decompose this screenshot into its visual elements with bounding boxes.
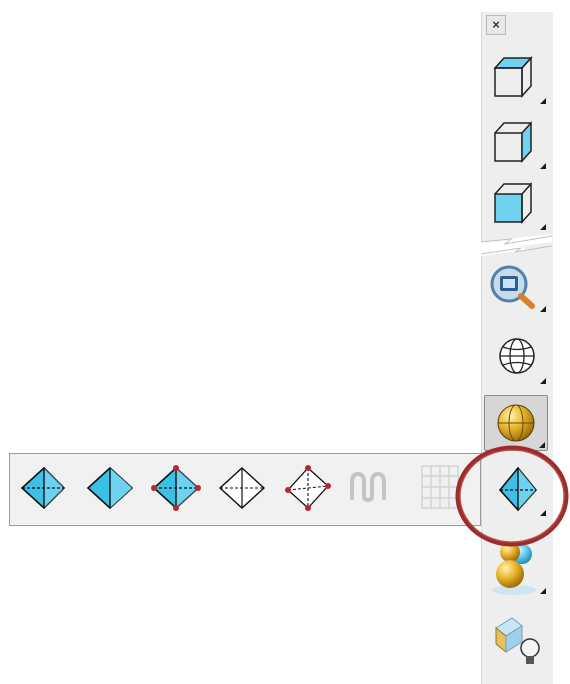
- flyout-vertex-wireframe-pyramid[interactable]: [278, 460, 338, 520]
- toolbar-break-separator: [481, 234, 552, 256]
- flyout-shaded-pyramid[interactable]: [14, 460, 74, 520]
- front-view-icon: [494, 121, 532, 163]
- top-view-button[interactable]: [484, 50, 548, 106]
- lighting-button[interactable]: [484, 612, 548, 668]
- vertex-pyramid-icon: [151, 465, 201, 511]
- flyout-indicator-icon: [540, 224, 546, 230]
- flat-shaded-pyramid-icon: [86, 466, 134, 510]
- flyout-indicator-icon: [540, 306, 546, 312]
- render-button[interactable]: [484, 540, 548, 596]
- close-button[interactable]: ×: [486, 15, 506, 35]
- shaded-pyramid-icon: [498, 466, 538, 512]
- shaded-pyramid-icon: [20, 466, 66, 510]
- flyout-curve-disabled[interactable]: [344, 460, 404, 520]
- front-view-button[interactable]: [484, 115, 548, 171]
- flyout-wireframe-pyramid[interactable]: [212, 460, 272, 520]
- top-view-icon: [493, 56, 533, 98]
- render-spheres-icon: [492, 542, 536, 595]
- curve-icon: [350, 472, 386, 502]
- flyout-indicator-icon: [540, 378, 546, 384]
- zoom-extents-icon: [490, 265, 535, 309]
- zoom-extents-button[interactable]: [484, 258, 548, 314]
- lighting-icon: [495, 617, 540, 664]
- shaded-pyramid-button[interactable]: [484, 462, 548, 518]
- vertex-wireframe-pyramid-icon: [285, 465, 331, 511]
- flyout-indicator-icon: [540, 98, 546, 104]
- right-view-button[interactable]: [484, 176, 548, 232]
- grid-icon: [421, 465, 459, 509]
- wireframe-button[interactable]: [484, 330, 548, 386]
- flyout-flat-shaded-pyramid[interactable]: [80, 460, 140, 520]
- shaded-button[interactable]: [484, 395, 548, 451]
- flyout-grid-disabled[interactable]: [410, 460, 470, 520]
- flyout-indicator-icon: [540, 510, 546, 516]
- flyout-indicator-icon: [540, 163, 546, 169]
- flyout-indicator-icon: [539, 442, 545, 448]
- right-view-icon: [494, 182, 532, 224]
- wireframe-pyramid-icon: [218, 467, 266, 509]
- wireframe-sphere-icon: [499, 338, 535, 374]
- flyout-vertex-pyramid[interactable]: [146, 460, 206, 520]
- shaded-sphere-icon: [497, 404, 535, 442]
- flyout-indicator-icon: [540, 588, 546, 594]
